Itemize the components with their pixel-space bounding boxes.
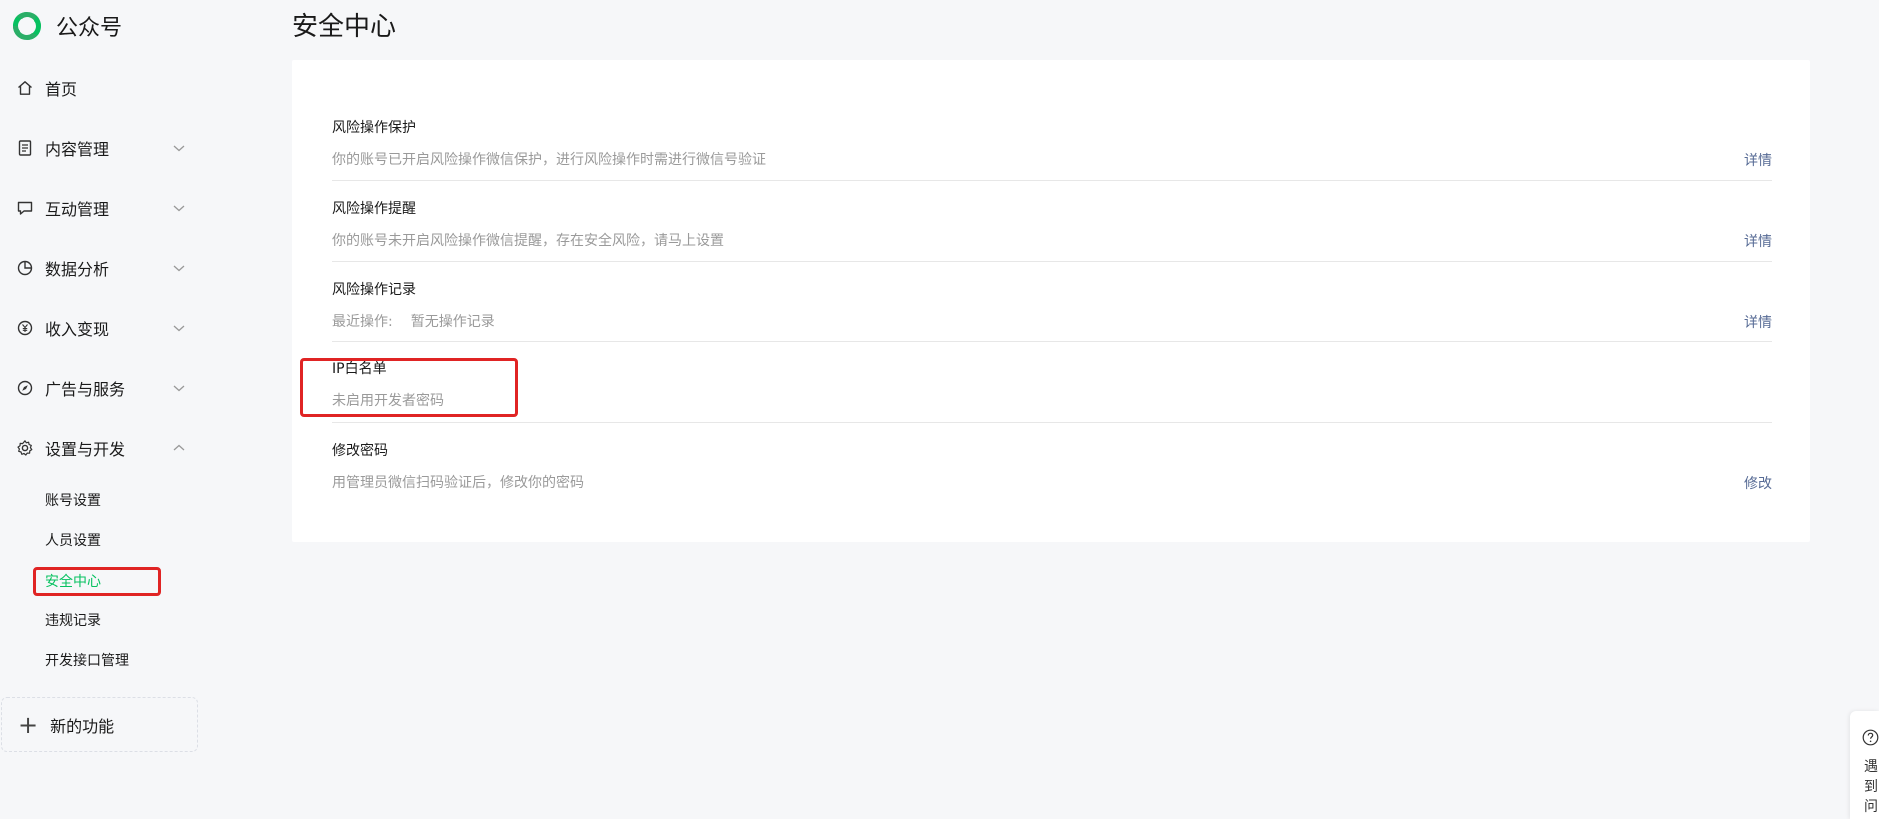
submenu-dev-api[interactable]: 开发接口管理 bbox=[45, 649, 185, 671]
plus-icon: + bbox=[18, 710, 39, 739]
new-feature-button[interactable]: + 新的功能 bbox=[1, 697, 198, 752]
row-desc: 最近操作: 暂无操作记录 bbox=[332, 311, 1772, 331]
nav-analytics[interactable]: 数据分析 bbox=[16, 253, 186, 283]
chevron-up-icon bbox=[172, 442, 186, 454]
divider bbox=[332, 180, 1772, 181]
risk-records-details-link[interactable]: 详情 bbox=[1744, 312, 1772, 332]
nav-ads-label: 广告与服务 bbox=[45, 380, 126, 399]
chat-icon bbox=[16, 199, 34, 217]
chevron-down-icon bbox=[172, 382, 186, 394]
compass-icon bbox=[16, 379, 34, 397]
nav-interaction-label: 互动管理 bbox=[45, 200, 110, 219]
row-title: IP白名单 bbox=[332, 361, 387, 377]
row-title: 风险操作提醒 bbox=[332, 201, 416, 217]
nav-content-label: 内容管理 bbox=[45, 140, 110, 159]
divider bbox=[332, 341, 1772, 342]
change-password-link[interactable]: 修改 bbox=[1744, 473, 1772, 493]
submenu-account[interactable]: 账号设置 bbox=[45, 489, 185, 511]
nav-home-label: 首页 bbox=[45, 80, 78, 99]
risk-alert-details-link[interactable]: 详情 bbox=[1744, 231, 1772, 251]
new-feature-label: 新的功能 bbox=[50, 716, 115, 736]
help-text: 遇到问 bbox=[1864, 759, 1878, 815]
security-row-risk-alert: 风险操作提醒 你的账号未开启风险操作微信提醒，存在安全风险，请马上设置 详情 bbox=[332, 198, 1772, 250]
row-desc: 你的账号已开启风险操作微信保护，进行风险操作时需进行微信号验证 bbox=[332, 152, 766, 168]
recent-ops-value: 暂无操作记录 bbox=[410, 314, 495, 330]
help-tab[interactable]: 遇到问 bbox=[1850, 711, 1879, 819]
chevron-down-icon bbox=[172, 322, 186, 334]
nav-content[interactable]: 内容管理 bbox=[16, 133, 186, 163]
recent-ops-label: 最近操作: bbox=[332, 314, 393, 330]
security-row-change-password: 修改密码 用管理员微信扫码验证后，修改你的密码 修改 bbox=[332, 440, 1772, 492]
security-row-ip-whitelist: IP白名单 未启用开发者密码 bbox=[332, 358, 1772, 410]
home-icon bbox=[16, 79, 34, 97]
brand-name: 公众号 bbox=[56, 16, 123, 41]
security-row-risk-protection: 风险操作保护 你的账号已开启风险操作微信保护，进行风险操作时需进行微信号验证 详… bbox=[332, 117, 1772, 169]
yen-icon bbox=[16, 319, 34, 337]
nav-analytics-label: 数据分析 bbox=[45, 260, 110, 279]
row-title: 风险操作记录 bbox=[332, 282, 416, 298]
row-desc: 未启用开发者密码 bbox=[332, 393, 444, 409]
row-desc: 用管理员微信扫码验证后，修改你的密码 bbox=[332, 475, 584, 491]
help-icon bbox=[1862, 729, 1879, 746]
chevron-down-icon bbox=[172, 262, 186, 274]
gear-icon bbox=[16, 439, 34, 457]
nav-settings[interactable]: 设置与开发 bbox=[16, 433, 186, 463]
nav-income-label: 收入变现 bbox=[45, 320, 110, 339]
row-title: 修改密码 bbox=[332, 443, 388, 459]
risk-protection-details-link[interactable]: 详情 bbox=[1744, 150, 1772, 170]
security-row-risk-records: 风险操作记录 最近操作: 暂无操作记录 详情 bbox=[332, 279, 1772, 331]
divider bbox=[332, 261, 1772, 262]
page-title: 安全中心 bbox=[292, 12, 397, 42]
row-desc: 你的账号未开启风险操作微信提醒，存在安全风险，请马上设置 bbox=[332, 233, 724, 249]
nav-income[interactable]: 收入变现 bbox=[16, 313, 186, 343]
nav-settings-label: 设置与开发 bbox=[45, 440, 126, 459]
document-icon bbox=[16, 139, 34, 157]
security-card: 风险操作保护 你的账号已开启风险操作微信保护，进行风险操作时需进行微信号验证 详… bbox=[292, 60, 1810, 542]
nav-interaction[interactable]: 互动管理 bbox=[16, 193, 186, 223]
chevron-down-icon bbox=[172, 142, 186, 154]
submenu-members[interactable]: 人员设置 bbox=[45, 529, 185, 551]
row-title: 风险操作保护 bbox=[332, 120, 416, 136]
sidebar: 公众号 首页 内容管理 互动管理 数据分析 收入变现 广告与服务 设置与开发 账… bbox=[0, 0, 216, 819]
chevron-down-icon bbox=[172, 202, 186, 214]
submenu-violations[interactable]: 违规记录 bbox=[45, 609, 185, 631]
pie-chart-icon bbox=[16, 259, 34, 277]
submenu-security[interactable]: 安全中心 bbox=[45, 570, 185, 592]
nav-ads[interactable]: 广告与服务 bbox=[16, 373, 186, 403]
divider bbox=[332, 422, 1772, 423]
nav-home[interactable]: 首页 bbox=[16, 73, 186, 103]
wechat-mp-logo bbox=[10, 9, 44, 43]
brand[interactable]: 公众号 bbox=[10, 8, 122, 44]
